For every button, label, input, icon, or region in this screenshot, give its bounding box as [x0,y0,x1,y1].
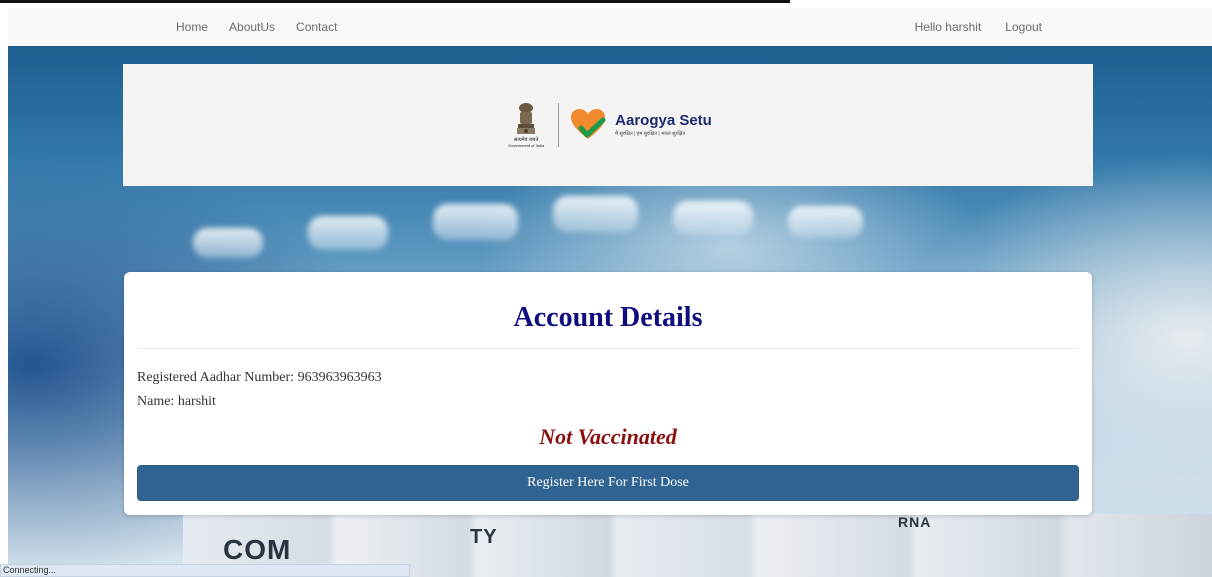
nav-user-area: Hello harshit Logout [915,20,1044,34]
account-details-title: Account Details [513,302,703,333]
top-navbar: Home AboutUs Contact Hello harshit Logou… [8,8,1212,46]
user-name-text: Name: harshit [137,394,216,409]
app-name: Aarogya Setu [615,112,712,129]
nav-home-link[interactable]: Home [176,20,208,34]
browser-status-bar: Connecting... [0,564,410,577]
background-vial-label: COM [223,534,292,565]
background-vial [308,216,388,250]
vaccination-status: Not Vaccinated [539,424,677,449]
page-loading-bar [0,0,790,3]
background-vial [673,201,753,235]
background-vial [193,228,263,258]
register-first-dose-button[interactable]: Register Here For First Dose [137,465,1079,501]
government-emblem: सत्यमेव जयते Government of India [504,102,548,148]
background-vial [553,196,638,232]
background-vial [433,204,518,240]
background-vial [788,206,863,238]
account-details-card: Account Details Registered Aadhar Number… [124,272,1092,515]
emblem-caption: Government of India [508,143,545,148]
nav-aboutus-link[interactable]: AboutUs [229,20,275,34]
heart-check-icon [571,109,606,139]
background-vial-label: TY [470,526,498,548]
aarogya-setu-logo: सत्यमेव जयते Government of India Aarogya… [504,102,712,148]
nav-contact-link[interactable]: Contact [296,20,337,34]
national-emblem-icon [517,103,536,134]
app-tagline: मैं सुरक्षित | हम सुरक्षित | भारत सुरक्ष… [615,131,686,137]
logo-banner: सत्यमेव जयते Government of India Aarogya… [123,64,1093,186]
aadhar-number-text: Registered Aadhar Number: 963963963963 [137,370,382,385]
user-greeting: Hello harshit [914,20,982,34]
logo-divider [558,103,560,147]
card-divider [137,348,1079,349]
app-name-block: Aarogya Setu मैं सुरक्षित | हम सुरक्षित … [615,112,712,138]
background-vial-label: RNA [898,514,932,530]
logout-link[interactable]: Logout [1005,20,1042,34]
nav-links: Home AboutUs Contact [176,20,358,34]
